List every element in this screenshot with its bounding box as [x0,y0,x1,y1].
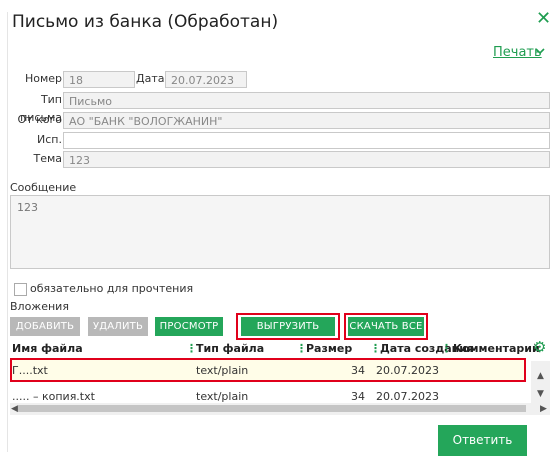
dialog-title: Письмо из банка (Обработан) [12,12,279,32]
column-header-size[interactable]: Размер [306,342,352,355]
message-label: Сообщение [10,181,77,194]
date-field[interactable]: 20.07.2023 [165,71,247,88]
executor-field[interactable] [63,132,550,149]
add-button[interactable]: ДОБАВИТЬ [10,317,80,336]
letter-dialog: Письмо из банка (Обработан) ✕ Печать Ном… [0,0,550,462]
executor-label: Исп. [37,133,62,146]
message-textarea[interactable]: 123 [10,195,550,269]
subject-field[interactable]: 123 [63,151,550,168]
row-created: 20.07.2023 [376,390,439,403]
from-field[interactable]: АО "БАНК "ВОЛОГЖАНИН" [63,112,550,129]
reply-button[interactable]: Ответить [438,425,527,456]
chevron-down-icon[interactable] [534,45,546,61]
attachments-label: Вложения [10,300,69,313]
export-highlight-frame [236,313,340,340]
column-separator[interactable]: ⋮ [441,342,452,355]
delete-button[interactable]: УДАЛИТЬ [88,317,148,336]
selected-row-highlight-frame [10,358,526,382]
type-field[interactable]: Письмо [63,92,550,109]
row-size: 34 [351,390,365,403]
scroll-right-icon[interactable]: ▶ [540,404,547,414]
number-field[interactable]: 18 [63,71,135,88]
date-label: Дата [136,72,165,85]
subject-label: Тема [33,152,62,165]
close-icon[interactable]: ✕ [536,10,550,28]
column-header-filename[interactable]: Имя файла [12,342,83,355]
column-header-filetype[interactable]: Тип файла [196,342,264,355]
from-label: От кого [17,113,62,126]
scroll-left-icon[interactable]: ◀ [11,404,18,414]
horizontal-scrollbar-thumb[interactable] [18,405,526,412]
number-label: Номер [24,72,62,85]
view-button[interactable]: ПРОСМОТР [155,317,223,336]
required-reading-checkbox[interactable] [14,283,27,296]
dialog-left-border [7,12,8,452]
column-header-comment[interactable]: Комментарий [453,342,540,355]
scroll-down-icon[interactable]: ▼ [537,389,544,399]
download-all-highlight-frame [344,313,428,340]
gear-icon[interactable]: ⚙ [533,338,546,356]
scroll-up-icon[interactable]: ▲ [537,371,544,381]
row-filetype: text/plain [196,390,249,403]
required-reading-label: обязательно для прочтения [30,282,194,295]
row-filename: ..... – копия.txt [12,390,95,403]
